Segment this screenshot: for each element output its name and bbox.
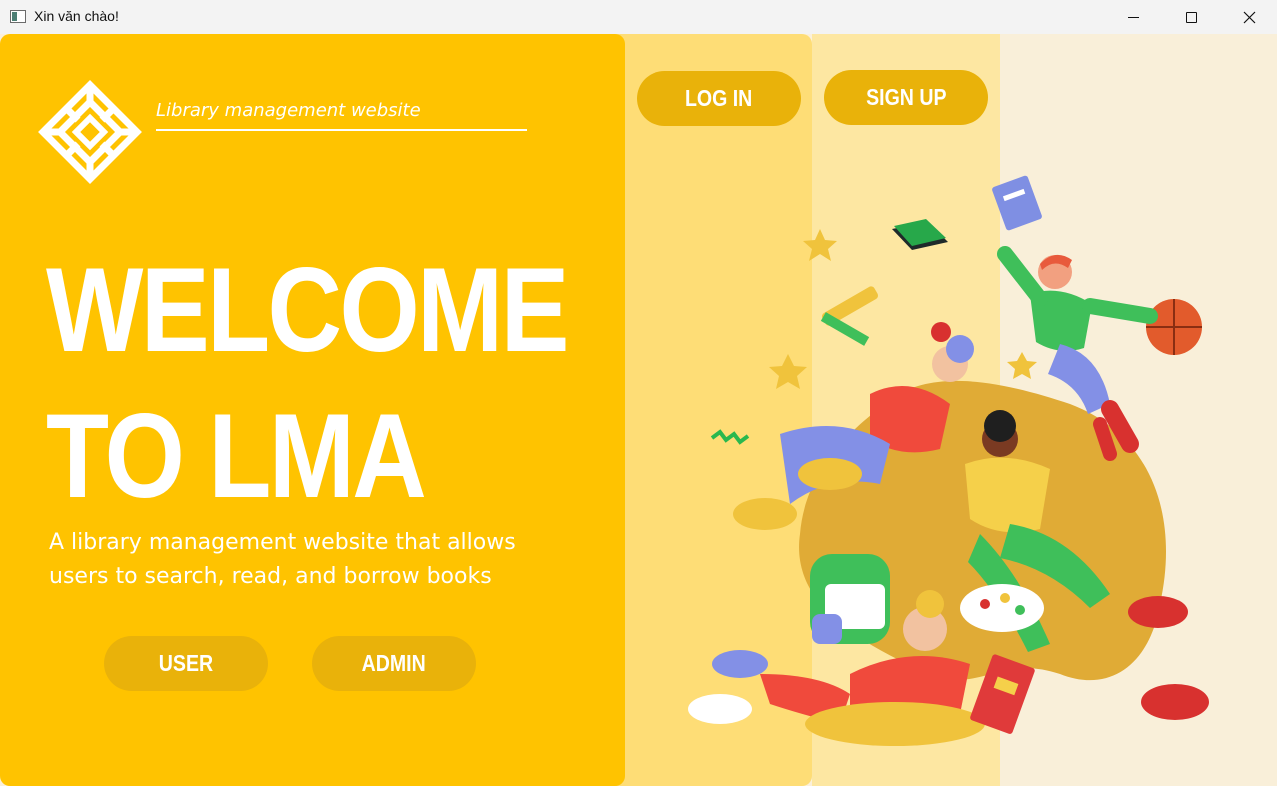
minimize-icon: [1127, 16, 1139, 18]
close-button[interactable]: [1220, 0, 1277, 34]
close-icon: [1243, 11, 1255, 23]
hero-description: A library management website that allows…: [49, 530, 516, 589]
students-illustration: [688, 175, 1209, 746]
main-content: Library management website WELCOME TO LM…: [0, 34, 1277, 786]
subtitle-underline: [156, 129, 527, 131]
maximize-icon: [1185, 11, 1197, 23]
hero-title: WELCOME TO LMA: [46, 240, 569, 526]
minimize-button[interactable]: [1104, 0, 1162, 34]
admin-button-label: ADMIN: [361, 650, 427, 676]
logo-icon: [38, 80, 142, 184]
window-title: Xin văn chào!: [34, 8, 119, 24]
brand-subtitle: Library management website: [156, 100, 421, 121]
hero-title-line1: WELCOME: [46, 243, 569, 377]
window-titlebar: Xin văn chào!: [0, 0, 1277, 34]
login-button[interactable]: LOG IN: [637, 71, 801, 126]
hero-title-line2: TO LMA: [46, 389, 427, 523]
user-button-label: USER: [158, 650, 214, 676]
user-button[interactable]: USER: [104, 636, 268, 691]
app-icon: [10, 10, 26, 23]
signup-button[interactable]: SIGN UP: [824, 70, 988, 125]
maximize-button[interactable]: [1162, 0, 1220, 34]
signup-button-label: SIGN UP: [865, 84, 947, 110]
login-button-label: LOG IN: [685, 85, 753, 111]
admin-button[interactable]: ADMIN: [312, 636, 476, 691]
